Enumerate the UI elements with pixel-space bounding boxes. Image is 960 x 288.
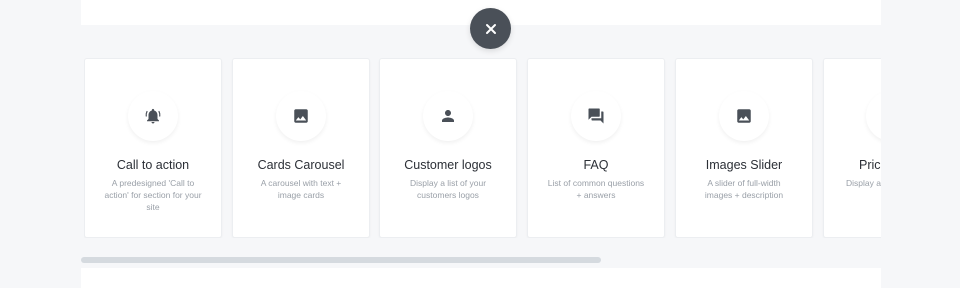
horizontal-scrollbar[interactable] [81,257,601,263]
icon-circle [571,91,621,141]
image-icon [737,109,751,123]
card-title: Pric [859,158,881,172]
icon-circle [423,91,473,141]
card-customer-logos[interactable]: Customer logos Display a list of your cu… [379,58,517,238]
close-button[interactable] [470,8,511,49]
close-icon [485,23,496,34]
card-title: Call to action [116,158,190,172]
bottom-panel [81,268,881,288]
card-title: Customer logos [404,158,492,172]
card-pricing-partial[interactable]: Pric Display a [823,58,881,238]
card-title: Images Slider [705,158,783,172]
icon-circle [719,91,769,141]
icon-circle [866,91,881,141]
card-description: List of common questions + answers [547,178,645,200]
card-cards-carousel[interactable]: Cards Carousel A carousel with text + im… [232,58,370,238]
card-title: FAQ [583,158,609,172]
card-description: A slider of full-width images + descript… [704,178,784,200]
person-icon [442,110,454,122]
chat-icon [588,108,604,124]
carousel-track: Call to action A predesigned 'Call to ac… [84,58,881,238]
image-icon [294,109,308,123]
icon-circle [276,91,326,141]
card-title: Cards Carousel [257,158,345,172]
card-description: A carousel with text + image cards [260,178,342,200]
bell-icon [145,108,161,124]
card-description: Display a [846,178,881,188]
icon-circle [128,91,178,141]
card-description: A predesigned 'Call to action' for secti… [104,178,202,212]
card-call-to-action[interactable]: Call to action A predesigned 'Call to ac… [84,58,222,238]
card-images-slider[interactable]: Images Slider A slider of full-width ima… [675,58,813,238]
card-faq[interactable]: FAQ List of common questions + answers [527,58,665,238]
card-description: Display a list of your customers logos [409,178,487,200]
block-carousel: Call to action A predesigned 'Call to ac… [84,58,881,238]
